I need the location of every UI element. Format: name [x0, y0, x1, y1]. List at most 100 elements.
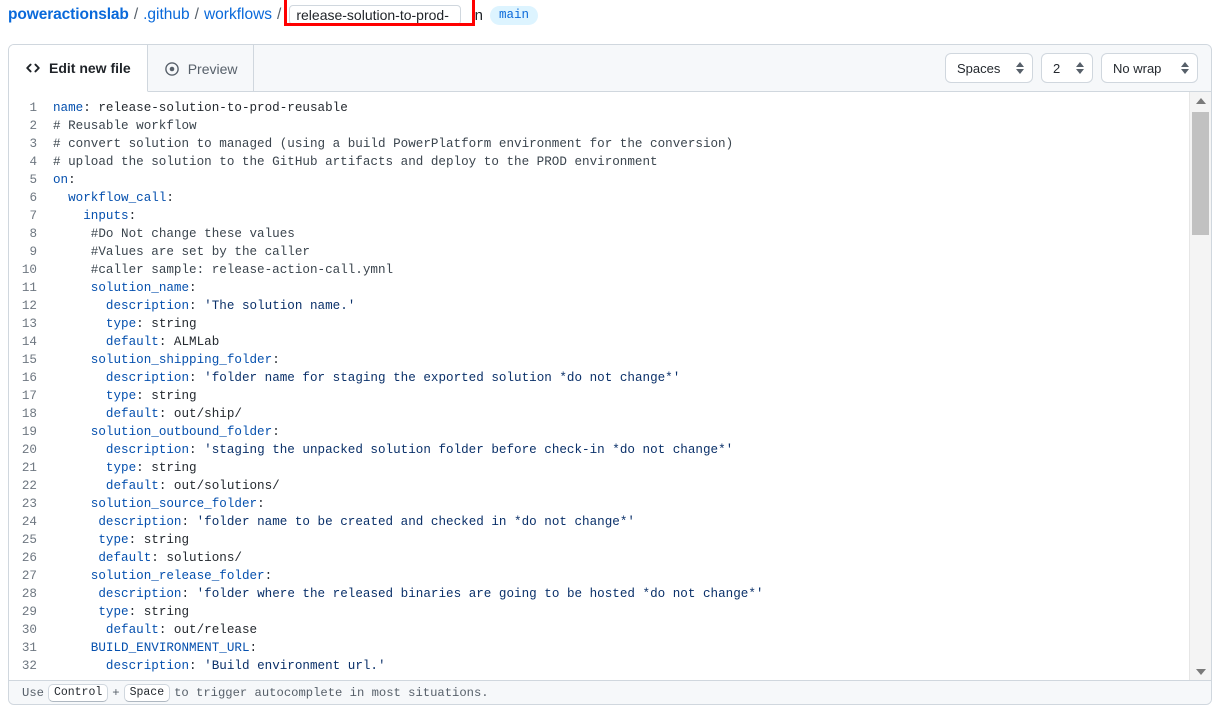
code-line: 30 default: out/release: [9, 621, 1189, 639]
breadcrumb-repo-link[interactable]: poweractionslab: [8, 6, 129, 24]
code-line: 8 #Do Not change these values: [9, 225, 1189, 243]
code-lines-container[interactable]: 1name: release-solution-to-prod-reusable…: [9, 92, 1189, 680]
stepper-icon: [1076, 62, 1084, 74]
code-line: 19 solution_outbound_folder:: [9, 423, 1189, 441]
code-token: : out/solutions/: [159, 479, 280, 493]
breadcrumb-path-workflows[interactable]: workflows: [204, 6, 272, 24]
line-number: 4: [9, 153, 53, 171]
code-line: 18 default: out/ship/: [9, 405, 1189, 423]
line-content: default: out/release: [53, 621, 1189, 639]
indent-size-select[interactable]: 2: [1041, 53, 1093, 83]
code-token: : ALMLab: [159, 335, 219, 349]
kbd-control: Control: [48, 684, 108, 702]
line-content: name: release-solution-to-prod-reusable: [53, 99, 1189, 117]
stepper-icon: [1016, 62, 1024, 74]
line-content: inputs:: [53, 207, 1189, 225]
code-line: 31 BUILD_ENVIRONMENT_URL:: [9, 639, 1189, 657]
tab-preview[interactable]: Preview: [148, 45, 255, 92]
code-line: 1name: release-solution-to-prod-reusable: [9, 99, 1189, 117]
code-token: [53, 263, 91, 277]
line-number: 22: [9, 477, 53, 495]
line-number: 17: [9, 387, 53, 405]
code-token: :: [189, 281, 197, 295]
line-content: #caller sample: release-action-call.ymnl: [53, 261, 1189, 279]
code-token: : string: [136, 389, 196, 403]
code-token: :: [272, 425, 280, 439]
line-content: solution_name:: [53, 279, 1189, 297]
code-line: 11 solution_name:: [9, 279, 1189, 297]
scroll-up-arrow-icon[interactable]: [1190, 92, 1211, 109]
code-line: 13 type: string: [9, 315, 1189, 333]
line-number: 20: [9, 441, 53, 459]
code-line: 16 description: 'folder name for staging…: [9, 369, 1189, 387]
line-number: 15: [9, 351, 53, 369]
code-token: #caller sample: release-action-call.ymnl: [91, 263, 393, 277]
code-line: 10 #caller sample: release-action-call.y…: [9, 261, 1189, 279]
line-number: 2: [9, 117, 53, 135]
line-number: 13: [9, 315, 53, 333]
line-number: 19: [9, 423, 53, 441]
code-editor-area[interactable]: 1name: release-solution-to-prod-reusable…: [9, 92, 1211, 680]
code-token: : out/ship/: [159, 407, 242, 421]
indent-mode-select[interactable]: Spaces: [945, 53, 1033, 83]
vertical-scrollbar[interactable]: [1189, 92, 1211, 680]
filename-input[interactable]: [289, 5, 461, 25]
breadcrumb-path-github[interactable]: .github: [143, 6, 190, 24]
tab-edit-new-file-label: Edit new file: [49, 60, 131, 76]
code-token: description: [106, 299, 189, 313]
line-content: solution_outbound_folder:: [53, 423, 1189, 441]
code-token: [53, 533, 98, 547]
breadcrumb-separator: /: [134, 6, 138, 24]
line-content: default: out/solutions/: [53, 477, 1189, 495]
line-content: description: 'staging the unpacked solut…: [53, 441, 1189, 459]
code-token: solution_source_folder: [91, 497, 257, 511]
code-token: : string: [129, 533, 189, 547]
code-token: [53, 209, 83, 223]
code-line: 4# upload the solution to the GitHub art…: [9, 153, 1189, 171]
line-content: # upload the solution to the GitHub arti…: [53, 153, 1189, 171]
code-token: [53, 191, 68, 205]
line-content: default: ALMLab: [53, 333, 1189, 351]
line-number: 24: [9, 513, 53, 531]
code-token: [53, 641, 91, 655]
code-token: :: [265, 569, 273, 583]
code-token: default: [106, 479, 159, 493]
line-number: 1: [9, 99, 53, 117]
line-number: 31: [9, 639, 53, 657]
editor-frame: Edit new file Preview Spaces: [8, 44, 1212, 705]
code-line: 5on:: [9, 171, 1189, 189]
code-token: [53, 425, 91, 439]
github-edit-file-page: poweractionslab / .github / workflows / …: [0, 0, 1220, 712]
code-token: [53, 461, 106, 475]
code-token: [53, 407, 106, 421]
line-content: description: 'The solution name.': [53, 297, 1189, 315]
code-token: description: [106, 371, 189, 385]
line-number: 6: [9, 189, 53, 207]
wrap-mode-select[interactable]: No wrap: [1101, 53, 1198, 83]
indent-mode-value: Spaces: [957, 61, 1000, 76]
code-token: [53, 245, 91, 259]
code-token: : release-solution-to-prod-reusable: [83, 101, 348, 115]
line-number: 25: [9, 531, 53, 549]
code-token: :: [189, 443, 204, 457]
scroll-down-arrow-icon[interactable]: [1190, 663, 1211, 680]
wrap-mode-value: No wrap: [1113, 61, 1161, 76]
code-token: solution_shipping_folder: [91, 353, 272, 367]
line-content: workflow_call:: [53, 189, 1189, 207]
tab-preview-label: Preview: [188, 61, 238, 77]
code-line: 3# convert solution to managed (using a …: [9, 135, 1189, 153]
code-token: inputs: [83, 209, 128, 223]
line-content: solution_source_folder:: [53, 495, 1189, 513]
footer-plus: +: [112, 686, 119, 700]
scrollbar-thumb[interactable]: [1192, 112, 1209, 235]
code-token: :: [250, 641, 258, 655]
code-token: # convert solution to managed (using a b…: [53, 137, 733, 151]
line-content: #Do Not change these values: [53, 225, 1189, 243]
code-token: : solutions/: [151, 551, 242, 565]
tab-edit-new-file[interactable]: Edit new file: [9, 45, 148, 92]
code-token: :: [189, 299, 204, 313]
code-token: # Reusable workflow: [53, 119, 197, 133]
code-line: 32 description: 'Build environment url.': [9, 657, 1189, 675]
code-token: [53, 551, 98, 565]
code-token: : string: [129, 605, 189, 619]
